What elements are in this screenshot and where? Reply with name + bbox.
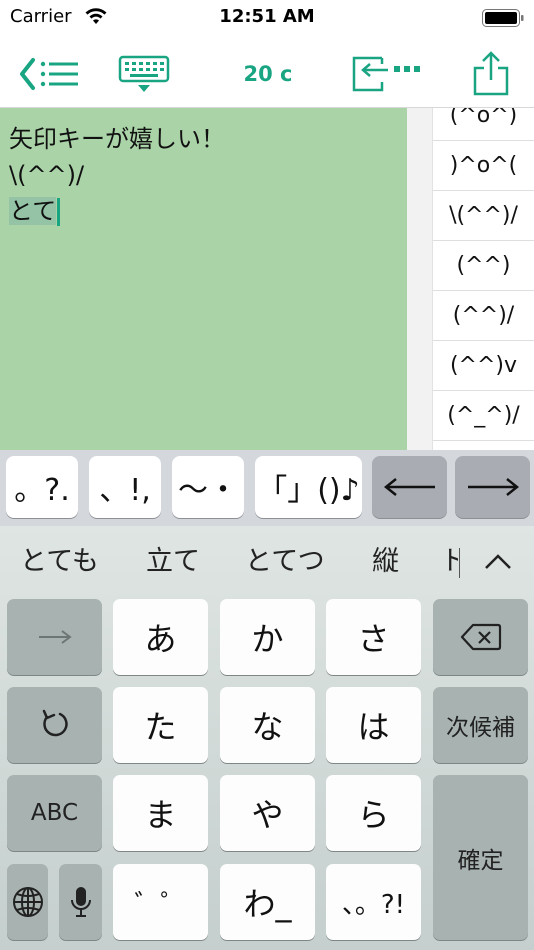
- status-bar: Carrier 12:51 AM: [0, 0, 534, 40]
- dictation-key[interactable]: [59, 864, 102, 940]
- punctuation-key-period[interactable]: 。?.: [6, 456, 78, 518]
- accessory-bar: 。?. 、!, 〜・ 「」()♪: [0, 450, 534, 526]
- cursor-right-button[interactable]: [455, 456, 530, 518]
- toolbar: 20 c: [0, 40, 534, 108]
- emoticon-item[interactable]: (^^;): [433, 441, 534, 450]
- emoticon-list[interactable]: (^o^) )^o^( \(^^)/ (^^) (^^)/ (^^)v (^_^…: [432, 108, 534, 450]
- candidate-item[interactable]: 縦: [372, 542, 399, 582]
- character-count-label: 20 c: [243, 62, 293, 86]
- clock: 12:51 AM: [219, 6, 315, 27]
- share-button[interactable]: [466, 40, 516, 108]
- emoticon-item[interactable]: )^o^(: [433, 141, 534, 191]
- insert-from-list-icon: [352, 56, 420, 92]
- text-cursor: [57, 198, 61, 226]
- punctuation-key-tilde[interactable]: 〜・: [172, 456, 244, 518]
- backspace-icon: [460, 623, 501, 651]
- delete-key[interactable]: [433, 599, 528, 675]
- emoticon-item[interactable]: (^^)/: [433, 291, 534, 341]
- kana-key-ra[interactable]: ら: [326, 775, 421, 851]
- abc-key[interactable]: ABC: [7, 775, 102, 851]
- keyboard-toggle-button[interactable]: [112, 40, 176, 108]
- emoticon-item[interactable]: (^^)v: [433, 341, 534, 391]
- kana-key-sa[interactable]: さ: [326, 599, 421, 675]
- next-candidate-label: 次候補: [446, 715, 515, 741]
- marked-text: とて: [9, 197, 57, 225]
- candidate-item[interactable]: とても: [20, 542, 99, 582]
- next-candidate-key[interactable]: 次候補: [433, 687, 528, 763]
- kana-key-ta[interactable]: た: [113, 687, 208, 763]
- confirm-key[interactable]: 確定: [433, 775, 528, 940]
- candidate-divider: [459, 548, 460, 578]
- emoticon-item[interactable]: (^^): [433, 241, 534, 291]
- kana-key-ya[interactable]: や: [220, 775, 315, 851]
- keyboard-dismiss-icon: [118, 55, 170, 92]
- arrow-left-icon: [383, 478, 435, 496]
- microphone-icon: [70, 887, 91, 917]
- editor-line: \(^^)/: [9, 161, 85, 189]
- emoticon-item[interactable]: (^o^): [433, 108, 534, 141]
- cursor-left-button[interactable]: [372, 456, 447, 518]
- globe-key[interactable]: [7, 864, 48, 940]
- undo-key[interactable]: [7, 687, 102, 763]
- battery-icon: [482, 9, 524, 27]
- character-count: 20 c: [226, 40, 310, 108]
- arrow-right-icon: [467, 478, 519, 496]
- kana-key-na[interactable]: な: [220, 687, 315, 763]
- insert-from-list-button[interactable]: [346, 40, 426, 108]
- candidate-item[interactable]: とてつ: [245, 542, 325, 582]
- globe-icon: [12, 887, 43, 917]
- editor-line: 矢印キーが嬉しい！: [9, 125, 225, 153]
- confirm-key-label: 確定: [457, 847, 504, 874]
- japanese-keyboard: とても 立て とてつ 縦 ト あ か さ た な は 次候補 ABC ま や ら…: [0, 526, 534, 950]
- dakuten-key[interactable]: ゛゜: [113, 864, 208, 940]
- arrow-right-icon: [38, 630, 72, 644]
- kana-key-wa[interactable]: わ_: [220, 864, 315, 940]
- kana-key-ma[interactable]: ま: [113, 775, 208, 851]
- kana-key-ha[interactable]: は: [326, 687, 421, 763]
- cursor-forward-key[interactable]: [7, 599, 102, 675]
- punctuation-key-brackets[interactable]: 「」()♪: [255, 456, 362, 518]
- editor-line-composing: とて: [0, 193, 407, 229]
- punctuation-key[interactable]: 、。?!: [326, 864, 421, 940]
- back-to-list-button[interactable]: [8, 40, 88, 108]
- candidate-bar: とても 立て とてつ 縦 ト: [0, 526, 534, 598]
- undo-icon: [42, 709, 68, 737]
- share-icon: [473, 51, 509, 96]
- candidate-item[interactable]: ト: [440, 542, 458, 582]
- abc-key-label: ABC: [30, 800, 79, 826]
- emoticon-item[interactable]: \(^^)/: [433, 191, 534, 241]
- emoticon-item[interactable]: (^_^)/: [433, 391, 534, 441]
- emoticon-panel: (^o^) )^o^( \(^^)/ (^^) (^^)/ (^^)v (^_^…: [407, 108, 534, 450]
- text-editor[interactable]: 矢印キーが嬉しい！ \(^^)/ とて: [0, 108, 407, 450]
- candidate-item[interactable]: 立て: [146, 542, 200, 582]
- punctuation-key-comma[interactable]: 、!,: [89, 456, 161, 518]
- kana-key-a[interactable]: あ: [113, 599, 208, 675]
- chevron-up-icon[interactable]: [478, 544, 518, 580]
- kana-key-ka[interactable]: か: [220, 599, 315, 675]
- back-list-icon: [20, 58, 78, 90]
